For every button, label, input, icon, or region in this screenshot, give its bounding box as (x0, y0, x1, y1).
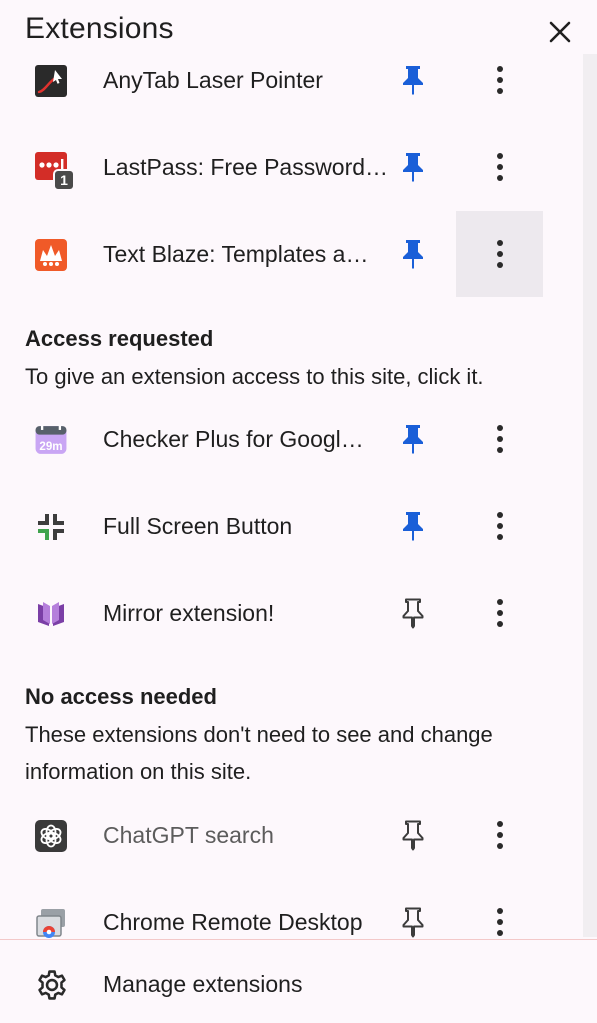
more-options-button[interactable] (456, 483, 543, 569)
extension-name: LastPass: Free Password… (103, 154, 389, 180)
chatgpt-icon (34, 819, 68, 853)
extension-name: Text Blaze: Templates a… (103, 241, 369, 267)
calendar-icon: 29m (34, 423, 68, 457)
more-options-button[interactable] (456, 124, 543, 210)
lastpass-badge: 1 (53, 169, 75, 191)
extension-row-checker-plus[interactable]: 29m Checker Plus for Googl… (0, 396, 585, 482)
pin-button[interactable] (392, 505, 434, 547)
extensions-list: AnyTab Laser Pointer 1 LastPass: Free Pa… (0, 36, 597, 939)
remote-desktop-icon (34, 906, 68, 939)
mirror-book-icon (34, 597, 68, 631)
fullscreen-icon (34, 510, 68, 544)
no-access-heading: No access needed (25, 684, 217, 709)
pin-button[interactable] (392, 814, 434, 856)
extension-name: AnyTab Laser Pointer (103, 67, 323, 93)
lastpass-icon: 1 (34, 151, 75, 191)
more-vert-icon (496, 908, 503, 936)
extension-row-remote-desktop[interactable]: Chrome Remote Desktop (0, 879, 585, 939)
pin-outline-icon (402, 598, 424, 629)
extension-row-text-blaze[interactable]: Text Blaze: Templates a… (0, 211, 585, 297)
more-options-button[interactable] (456, 396, 543, 482)
more-vert-icon (496, 821, 503, 849)
pin-button[interactable] (392, 233, 434, 275)
extension-row-anytab[interactable]: AnyTab Laser Pointer (0, 37, 585, 123)
manage-extensions-button[interactable]: Manage extensions (0, 939, 597, 1023)
pin-button[interactable] (392, 592, 434, 634)
extension-row-lastpass[interactable]: 1 LastPass: Free Password… (0, 124, 585, 210)
pin-button[interactable] (392, 146, 434, 188)
extension-name: Chrome Remote Desktop (103, 909, 363, 935)
more-vert-icon (496, 512, 503, 540)
extension-name: Checker Plus for Googl… (103, 426, 364, 452)
laser-pointer-icon (34, 64, 68, 98)
more-options-button[interactable] (456, 570, 543, 656)
more-options-button[interactable] (456, 37, 543, 123)
extension-row-chatgpt[interactable]: ChatGPT search (0, 792, 585, 878)
pin-filled-icon (403, 240, 423, 269)
extension-name: Full Screen Button (103, 513, 293, 539)
more-vert-icon (496, 599, 503, 627)
pin-filled-icon (403, 512, 423, 541)
pin-outline-icon (402, 907, 424, 938)
pin-button[interactable] (392, 418, 434, 460)
pin-filled-icon (403, 153, 423, 182)
text-blaze-icon (34, 238, 68, 272)
more-vert-icon (496, 425, 503, 453)
gear-icon (38, 970, 66, 1000)
no-access-description: These extensions don't need to see and c… (25, 722, 493, 784)
extension-name: Mirror extension! (103, 600, 275, 626)
manage-extensions-label: Manage extensions (103, 971, 303, 997)
more-vert-icon (496, 66, 503, 94)
more-vert-icon (496, 240, 503, 268)
extension-row-full-screen[interactable]: Full Screen Button (0, 483, 585, 569)
access-requested-heading: Access requested (25, 326, 214, 351)
pin-button[interactable] (392, 901, 434, 939)
calendar-icon-text: 29m (39, 441, 62, 453)
more-options-button[interactable] (456, 792, 543, 878)
access-requested-description: To give an extension access to this site… (25, 364, 484, 389)
pin-filled-icon (403, 66, 423, 95)
pin-button[interactable] (392, 59, 434, 101)
pin-filled-icon (403, 425, 423, 454)
extension-name: ChatGPT search (103, 822, 274, 848)
extension-row-mirror[interactable]: Mirror extension! (0, 570, 585, 656)
more-options-button[interactable] (456, 879, 543, 939)
pin-outline-icon (402, 820, 424, 851)
more-options-button[interactable] (456, 211, 543, 297)
more-vert-icon (496, 153, 503, 181)
